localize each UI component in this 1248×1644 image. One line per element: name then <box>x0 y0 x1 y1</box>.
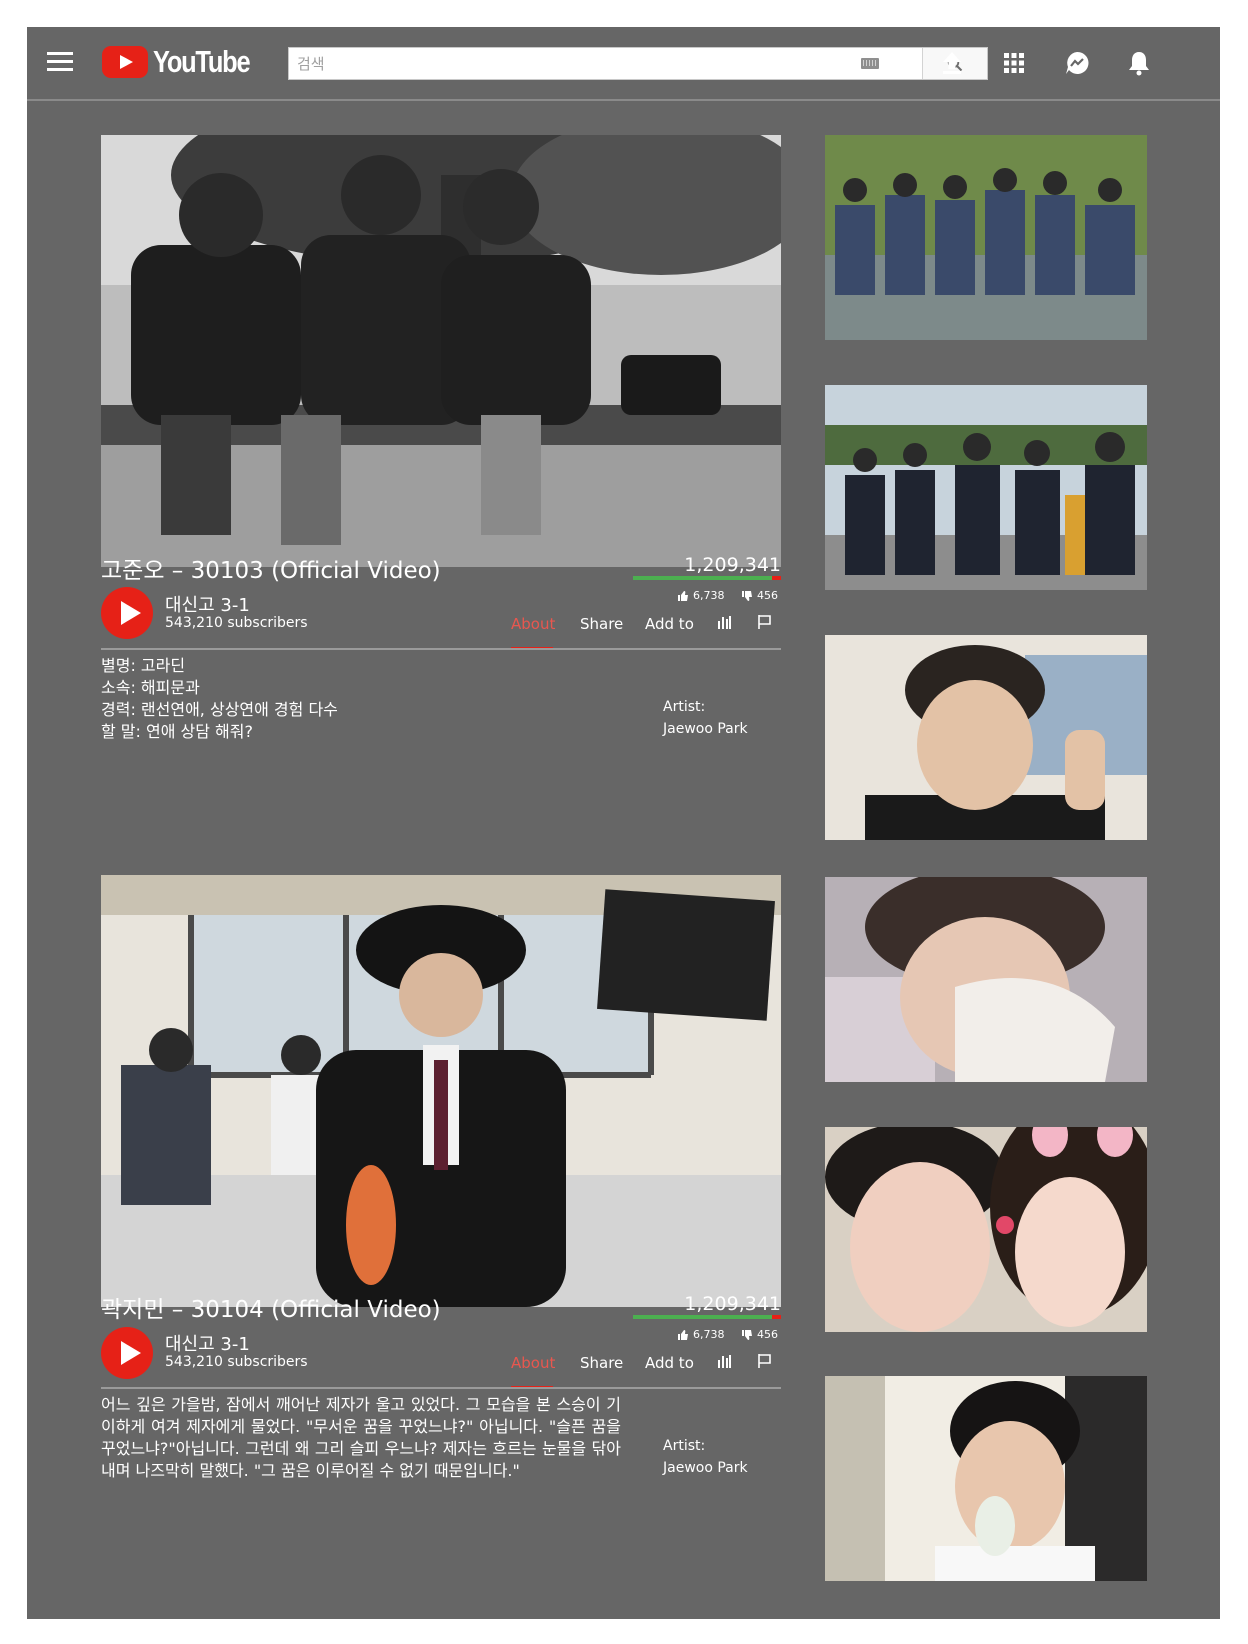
video-description: 어느 깊은 가을밤, 잠에서 깨어난 제자가 울고 있었다. 그 모습을 본 스… <box>101 1395 621 1480</box>
flag-icon[interactable] <box>757 614 772 630</box>
subscriber-count: 543,210 subscribers <box>165 615 308 631</box>
channel-name[interactable]: 대신고 3-1 <box>165 1330 250 1356</box>
upload-icon[interactable] <box>938 49 966 77</box>
dislike-count: 456 <box>757 589 778 602</box>
dislike-portion <box>771 1315 781 1319</box>
search-input[interactable] <box>289 48 889 79</box>
video-thumbnail[interactable] <box>101 875 781 1307</box>
video-title[interactable]: 곽지민 – 30104 (Official Video) <box>101 1290 441 1324</box>
video-1-photo <box>101 135 781 567</box>
thumbs-down-icon[interactable] <box>741 590 753 602</box>
tab-about[interactable]: About <box>511 1354 555 1372</box>
youtube-play-logo-icon <box>102 46 148 78</box>
related-video-thumbnail[interactable] <box>825 135 1147 340</box>
artist-name: Jaewoo Park <box>663 1460 748 1476</box>
like-count: 6,738 <box>693 1328 725 1341</box>
page-frame: YouTube 검색 고준오 – 30103 (Official Video) … <box>27 27 1220 1619</box>
video-2-photo <box>101 875 781 1307</box>
dislike-count: 456 <box>757 1328 778 1341</box>
related-photo <box>825 1127 1147 1332</box>
tab-share[interactable]: Share <box>580 615 623 633</box>
channel-name[interactable]: 대신고 3-1 <box>165 591 250 617</box>
apps-grid-icon[interactable] <box>1000 49 1028 77</box>
video-description: 별명: 고라딘 소속: 해피문과 경력: 랜선연애, 상상연애 경험 다수 할 … <box>101 655 338 743</box>
menu-icon[interactable] <box>47 52 73 72</box>
related-photo <box>825 877 1147 1082</box>
thumbs-up-icon[interactable] <box>677 590 689 602</box>
description-line: 경력: 랜선연애, 상상연애 경험 다수 <box>101 700 338 719</box>
thumbs-down-icon[interactable] <box>741 1329 753 1341</box>
tab-about[interactable]: About <box>511 615 555 633</box>
youtube-logo-text: YouTube <box>153 44 251 79</box>
related-video-thumbnail[interactable] <box>825 877 1147 1082</box>
tab-add-to[interactable]: Add to <box>645 615 694 633</box>
related-photo <box>825 385 1147 590</box>
view-count: 1,209,341 <box>684 1293 781 1315</box>
related-photo <box>825 1376 1147 1581</box>
play-button[interactable] <box>101 587 153 639</box>
related-photo <box>825 135 1147 340</box>
like-ratio-bar <box>633 1315 781 1319</box>
related-video-thumbnail[interactable] <box>825 635 1147 840</box>
search-box <box>288 47 988 80</box>
stats-icon[interactable] <box>717 1354 732 1369</box>
related-video-thumbnail[interactable] <box>825 1376 1147 1581</box>
artist-label: Artist: <box>663 1438 706 1454</box>
description-line: 별명: 고라딘 <box>101 656 186 675</box>
artist-label: Artist: <box>663 699 706 715</box>
top-bar: YouTube <box>27 27 1220 101</box>
notifications-bell-icon[interactable] <box>1125 49 1153 77</box>
stats-icon[interactable] <box>717 615 732 630</box>
play-button[interactable] <box>101 1327 153 1379</box>
flag-icon[interactable] <box>757 1353 772 1369</box>
artist-name: Jaewoo Park <box>663 721 748 737</box>
tab-share[interactable]: Share <box>580 1354 623 1372</box>
section-divider <box>101 1387 781 1389</box>
video-thumbnail[interactable] <box>101 135 781 567</box>
dislike-portion <box>771 576 781 580</box>
related-video-thumbnail[interactable] <box>825 1127 1147 1332</box>
related-photo <box>825 635 1147 840</box>
youtube-logo[interactable]: YouTube <box>102 44 271 79</box>
thumbs-up-icon[interactable] <box>677 1329 689 1341</box>
tab-add-to[interactable]: Add to <box>645 1354 694 1372</box>
subscriber-count: 543,210 subscribers <box>165 1354 308 1370</box>
section-divider <box>101 648 781 650</box>
like-ratio-bar <box>633 576 781 580</box>
video-title[interactable]: 고준오 – 30103 (Official Video) <box>101 551 441 585</box>
artist-credit: Artist: Jaewoo Park <box>663 696 748 740</box>
artist-credit: Artist: Jaewoo Park <box>663 1435 748 1479</box>
view-count: 1,209,341 <box>684 554 781 576</box>
related-video-thumbnail[interactable] <box>825 385 1147 590</box>
description-line: 소속: 해피문과 <box>101 678 200 697</box>
messages-icon[interactable] <box>1063 49 1091 77</box>
keyboard-icon[interactable] <box>861 58 879 69</box>
like-count: 6,738 <box>693 589 725 602</box>
description-line: 할 말: 연애 상담 해줘? <box>101 722 253 741</box>
